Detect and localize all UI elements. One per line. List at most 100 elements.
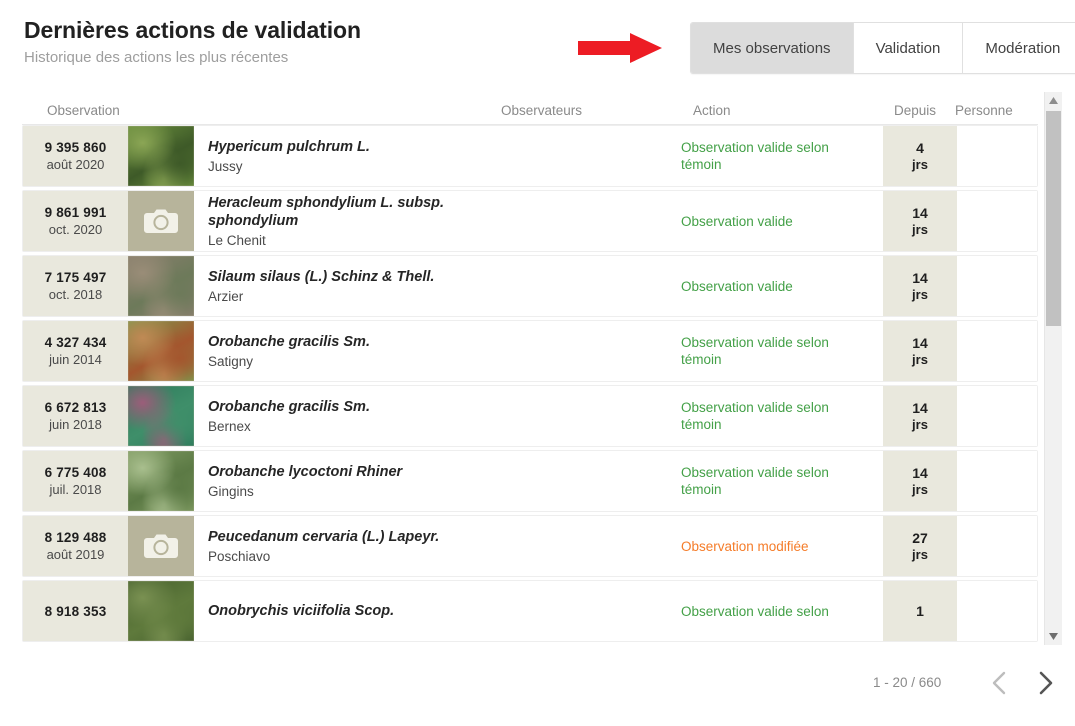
- personne-cell: [957, 191, 1037, 251]
- species-cell: Orobanche gracilis Sm. Bernex: [194, 386, 495, 446]
- species-cell: Peucedanum cervaria (L.) Lapeyr. Poschiav…: [194, 516, 495, 576]
- tab-mes-observations[interactable]: Mes observations: [691, 23, 854, 73]
- observation-id: 9 395 860: [44, 140, 107, 155]
- action-cell: Observation valide selon témoin: [681, 451, 883, 511]
- scroll-down-arrow-icon[interactable]: [1045, 628, 1062, 645]
- observation-date: juil. 2018: [49, 482, 102, 497]
- depuis-cell: 1: [883, 581, 957, 641]
- depuis-unit: jrs: [912, 222, 928, 237]
- depuis-cell: 4 jrs: [883, 126, 957, 186]
- page-subtitle: Historique des actions les plus récentes: [24, 49, 289, 66]
- thumbnail-image: [128, 321, 194, 381]
- observation-id: 9 861 991: [44, 205, 107, 220]
- observation-thumbnail[interactable]: [128, 451, 194, 511]
- observation-thumbnail-placeholder[interactable]: [128, 191, 194, 251]
- depuis-unit: jrs: [912, 417, 928, 432]
- observation-id-cell: 8 918 353: [23, 581, 128, 641]
- camera-icon: [144, 534, 178, 558]
- observers-cell: [495, 191, 681, 251]
- tab-label: Mes observations: [713, 39, 831, 57]
- thumbnail-image: [128, 386, 194, 446]
- action-cell: Observation valide: [681, 191, 883, 251]
- species-name: Orobanche gracilis Sm.: [208, 398, 370, 415]
- depuis-value: 14: [912, 465, 928, 481]
- observation-thumbnail[interactable]: [128, 126, 194, 186]
- red-arrow-annotation-icon: [578, 33, 662, 63]
- vertical-scrollbar[interactable]: [1044, 92, 1062, 645]
- action-status-text: Observation valide selon témoin: [681, 400, 829, 432]
- observation-place: Arzier: [208, 288, 244, 304]
- table-row[interactable]: 4 327 434 juin 2014 Orobanche gracilis Sm.…: [22, 320, 1038, 382]
- species-cell: Onobrychis viciifolia Scop.: [194, 581, 495, 641]
- species-name: Hypericum pulchrum L.: [208, 138, 370, 155]
- observation-place: Poschiavo: [208, 548, 271, 564]
- observation-id-cell: 7 175 497 oct. 2018: [23, 256, 128, 316]
- observation-thumbnail[interactable]: [128, 581, 194, 641]
- personne-cell: [957, 516, 1037, 576]
- action-cell: Observation valide selon: [681, 581, 883, 641]
- tab-modération[interactable]: Modération: [963, 23, 1075, 73]
- table-row[interactable]: 8 918 353 Onobrychis viciifolia Scop. Obse…: [22, 580, 1038, 642]
- species-cell: Orobanche lycoctoni Rhiner Gingins: [194, 451, 495, 511]
- observation-id-cell: 4 327 434 juin 2014: [23, 321, 128, 381]
- depuis-cell: 27 jrs: [883, 516, 957, 576]
- table-row[interactable]: 6 775 408 juil. 2018 Orobanche lycoctoni R…: [22, 450, 1038, 512]
- pagination-bar: 1 - 20 / 660: [0, 660, 1075, 726]
- personne-cell: [957, 386, 1037, 446]
- observation-date: juin 2014: [49, 352, 102, 367]
- action-cell: Observation valide selon témoin: [681, 321, 883, 381]
- action-status-text: Observation valide: [681, 278, 793, 294]
- species-name: Onobrychis viciifolia Scop.: [208, 603, 395, 619]
- depuis-unit: jrs: [912, 287, 928, 302]
- camera-icon: [144, 209, 178, 233]
- depuis-value: 4: [916, 140, 924, 156]
- observation-place: Le Chenit: [208, 232, 266, 248]
- observation-thumbnail[interactable]: [128, 321, 194, 381]
- scrollbar-thumb[interactable]: [1046, 111, 1061, 326]
- depuis-unit: jrs: [912, 352, 928, 367]
- page-title: Dernières actions de validation: [24, 17, 361, 43]
- observation-place: Satigny: [208, 353, 254, 369]
- observation-thumbnail[interactable]: [128, 256, 194, 316]
- column-header-personne: Personne: [955, 103, 1013, 118]
- column-header-observation: Observation: [47, 103, 120, 118]
- depuis-unit: jrs: [912, 157, 928, 172]
- observation-id-cell: 9 395 860 août 2020: [23, 126, 128, 186]
- species-name: Orobanche lycoctoni Rhiner: [208, 463, 403, 480]
- personne-cell: [957, 581, 1037, 641]
- observation-thumbnail-placeholder[interactable]: [128, 516, 194, 576]
- observers-cell: [495, 321, 681, 381]
- next-page-button[interactable]: [1026, 664, 1064, 702]
- depuis-cell: 14 jrs: [883, 191, 957, 251]
- previous-page-button[interactable]: [980, 664, 1018, 702]
- tab-validation[interactable]: Validation: [853, 23, 964, 73]
- action-cell: Observation valide selon témoin: [681, 386, 883, 446]
- table-row[interactable]: 9 395 860 août 2020 Hypericum pulchrum L. J…: [22, 125, 1038, 187]
- observers-cell: [495, 126, 681, 186]
- table-row[interactable]: 6 672 813 juin 2018 Orobanche gracilis Sm.…: [22, 385, 1038, 447]
- table-row[interactable]: 9 861 991 oct. 2020 Heracleum sphondylium …: [22, 190, 1038, 252]
- observation-id: 4 327 434: [44, 335, 107, 350]
- column-header-observateurs: Observateurs: [501, 103, 583, 118]
- species-cell: Orobanche gracilis Sm. Satigny: [194, 321, 495, 381]
- table-row[interactable]: 7 175 497 oct. 2018 Silaum silaus (L.) Sch…: [22, 255, 1038, 317]
- scroll-up-arrow-icon[interactable]: [1045, 92, 1062, 109]
- observation-id: 8 918 353: [44, 603, 107, 619]
- action-status-text: Observation valide: [681, 213, 793, 229]
- observation-id-cell: 9 861 991 oct. 2020: [23, 191, 128, 251]
- personne-cell: [957, 321, 1037, 381]
- species-name: Silaum silaus (L.) Schinz & Thell.: [208, 268, 435, 285]
- depuis-cell: 14 jrs: [883, 256, 957, 316]
- depuis-value: 14: [912, 335, 928, 351]
- species-name: Peucedanum cervaria (L.) Lapeyr.: [208, 528, 440, 545]
- tab-label: Validation: [875, 39, 941, 57]
- observation-date: oct. 2020: [48, 222, 103, 237]
- table-rows-viewport: 9 395 860 août 2020 Hypericum pulchrum L. J…: [22, 125, 1038, 645]
- column-header-depuis: Depuis: [894, 103, 937, 118]
- table-row[interactable]: 8 129 488 août 2019 Peucedanum cervaria (L…: [22, 515, 1038, 577]
- depuis-value: 27: [912, 530, 928, 546]
- observation-id: 6 672 813: [44, 400, 107, 415]
- observation-id-cell: 6 672 813 juin 2018: [23, 386, 128, 446]
- table-column-headers: Observation Observateurs Action Depuis P…: [22, 92, 1038, 125]
- observation-thumbnail[interactable]: [128, 386, 194, 446]
